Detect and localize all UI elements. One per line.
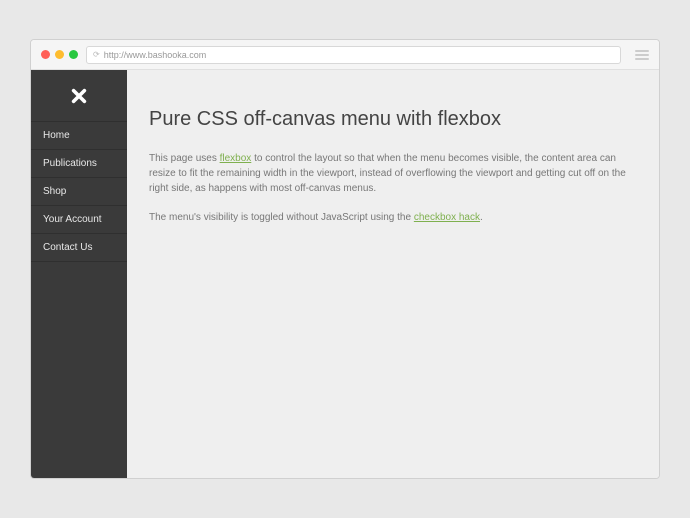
url-bar[interactable]: ⟳ http://www.bashooka.com (86, 46, 621, 64)
url-text: http://www.bashooka.com (104, 50, 207, 60)
p2-text-after: . (480, 212, 483, 223)
sidebar-item-label: Contact Us (43, 242, 92, 253)
sidebar-item-label: Publications (43, 158, 97, 169)
paragraph-1: This page uses flexbox to control the la… (149, 151, 637, 196)
sidebar-close-button[interactable] (31, 70, 127, 122)
app-body: Home Publications Shop Your Account Cont… (31, 70, 659, 478)
p1-text-before: This page uses (149, 153, 220, 164)
page-title: Pure CSS off-canvas menu with flexbox (149, 108, 637, 131)
window-minimize-dot[interactable] (55, 50, 64, 59)
traffic-lights (41, 50, 78, 59)
sidebar-item-label: Home (43, 130, 70, 141)
paragraph-2: The menu's visibility is toggled without… (149, 210, 637, 225)
sidebar-item-your-account[interactable]: Your Account (31, 206, 127, 234)
window-maximize-dot[interactable] (69, 50, 78, 59)
flexbox-link[interactable]: flexbox (220, 153, 252, 164)
sidebar-item-home[interactable]: Home (31, 122, 127, 150)
window-close-dot[interactable] (41, 50, 50, 59)
sidebar-item-shop[interactable]: Shop (31, 178, 127, 206)
sidebar-item-contact-us[interactable]: Contact Us (31, 234, 127, 262)
checkbox-hack-link[interactable]: checkbox hack (414, 212, 480, 223)
sidebar-item-label: Shop (43, 186, 66, 197)
sidebar: Home Publications Shop Your Account Cont… (31, 70, 127, 478)
browser-window: ⟳ http://www.bashooka.com Home Publicati… (30, 39, 660, 479)
browser-menu-icon[interactable] (635, 50, 649, 60)
content-area: Pure CSS off-canvas menu with flexbox Th… (127, 70, 659, 478)
p2-text-before: The menu's visibility is toggled without… (149, 212, 414, 223)
sidebar-item-publications[interactable]: Publications (31, 150, 127, 178)
refresh-icon[interactable]: ⟳ (93, 50, 100, 59)
browser-chrome: ⟳ http://www.bashooka.com (31, 40, 659, 70)
sidebar-item-label: Your Account (43, 214, 102, 225)
close-icon (70, 87, 88, 105)
